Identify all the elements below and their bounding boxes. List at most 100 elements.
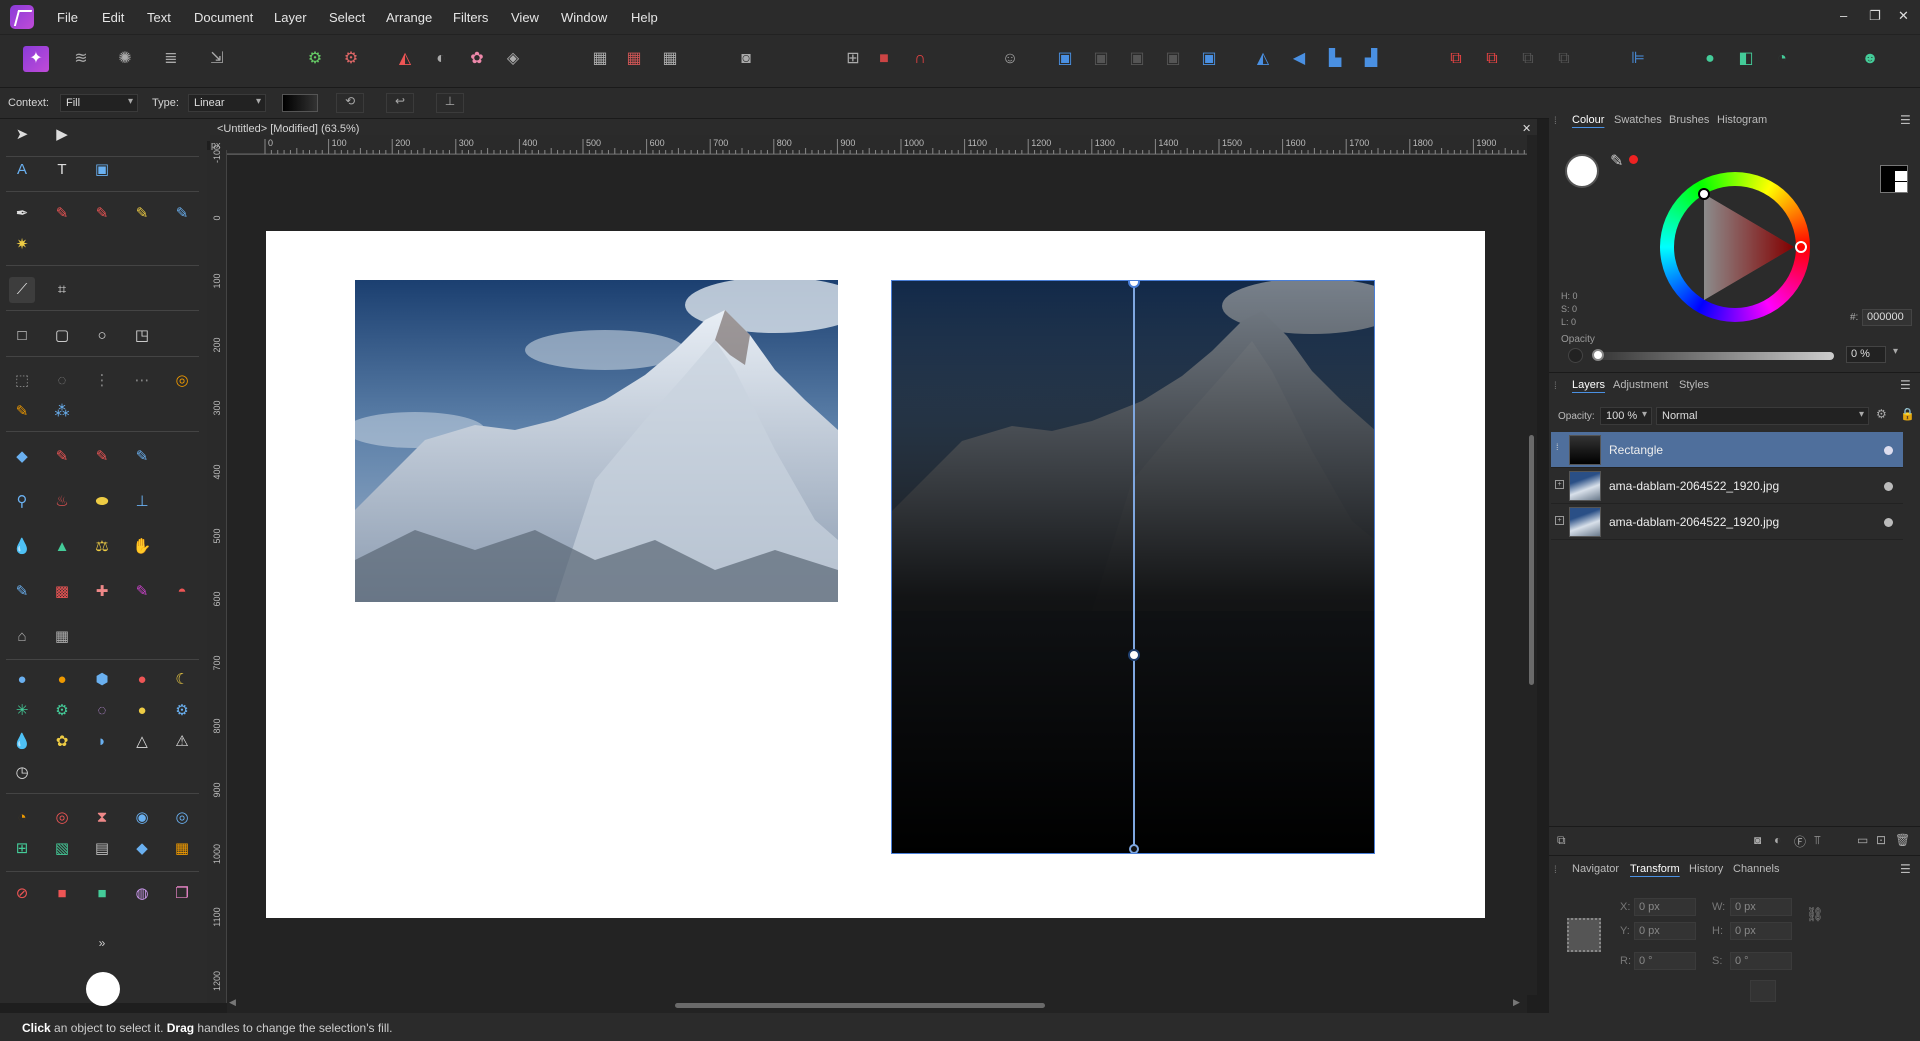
- deselect-icon[interactable]: ▦: [621, 46, 647, 72]
- layer-visibility-icon[interactable]: [1884, 482, 1893, 491]
- reverse-gradient-icon[interactable]: ⟲: [336, 93, 364, 113]
- selection-mode-icon[interactable]: ▦: [587, 46, 613, 72]
- add-pixel-layer-icon[interactable]: ⊡: [1876, 833, 1886, 847]
- arrange-forward-icon[interactable]: ▣: [1088, 46, 1114, 72]
- tab-transform[interactable]: Transform: [1630, 863, 1680, 875]
- fx-icon[interactable]: ⫪: [1814, 833, 1821, 848]
- close-document-icon[interactable]: ✕: [1522, 122, 1531, 135]
- boolean-add-icon[interactable]: ⧉: [1443, 46, 1469, 72]
- quick-mask-icon[interactable]: ◙: [733, 46, 759, 72]
- moon-icon[interactable]: ☾: [169, 667, 195, 693]
- tab-layers[interactable]: Layers: [1572, 379, 1605, 391]
- gradient-type-dropdown[interactable]: Linear: [188, 94, 266, 112]
- white-balance-icon[interactable]: ◈: [500, 46, 526, 72]
- sphere-icon[interactable]: ●: [9, 667, 35, 693]
- target-icon[interactable]: ◎: [49, 805, 75, 831]
- menu-file[interactable]: File: [57, 10, 78, 25]
- rings-icon[interactable]: ◎: [169, 805, 195, 831]
- lock-aspect-icon[interactable]: ⊥: [436, 93, 464, 113]
- liquify-persona-icon[interactable]: ≋: [68, 46, 94, 72]
- colour-panel-grip-icon[interactable]: ⁞: [1554, 116, 1557, 127]
- background-erase-tool-icon[interactable]: ✎: [89, 444, 115, 470]
- shape-tool-icon[interactable]: ◳: [129, 323, 155, 349]
- patch-tool-icon[interactable]: ▩: [49, 579, 75, 605]
- scroll-right-icon[interactable]: ▶: [1513, 997, 1520, 1008]
- median-brush-tool-icon[interactable]: ⚖: [89, 534, 115, 560]
- no-entry-icon[interactable]: ⊘: [9, 881, 35, 907]
- add-group-icon[interactable]: ▭: [1857, 833, 1868, 847]
- snapping-magnet-icon[interactable]: ∩: [907, 46, 933, 72]
- tab-colour[interactable]: Colour: [1572, 114, 1604, 126]
- hex-input[interactable]: 000000: [1862, 309, 1912, 326]
- layers-shape-icon[interactable]: ❐: [169, 881, 195, 907]
- zoom-tool-icon[interactable]: ⚲: [9, 489, 35, 515]
- document-title[interactable]: <Untitled> [Modified] (63.5%): [217, 123, 359, 135]
- mountain-photo[interactable]: [355, 280, 838, 602]
- menu-document[interactable]: Document: [194, 10, 253, 25]
- restore-button[interactable]: ❐: [1869, 8, 1881, 24]
- paint-brush-tool-icon[interactable]: ✎: [49, 201, 75, 227]
- colour-wheel-icon[interactable]: ✿: [464, 46, 490, 72]
- rectangular-marquee-tool-icon[interactable]: ⬚: [9, 368, 35, 394]
- rotation-input[interactable]: 0 °: [1634, 952, 1696, 970]
- red-eye-tool-icon[interactable]: ◓: [169, 579, 195, 605]
- sponge-tool-icon[interactable]: ⊥: [129, 489, 155, 515]
- vertical-scroll-thumb[interactable]: [1529, 435, 1534, 685]
- healing-brush-tool-icon[interactable]: ✚: [89, 579, 115, 605]
- move-tool-icon[interactable]: ➤: [9, 122, 35, 148]
- ribbon-icon[interactable]: ◆: [129, 836, 155, 862]
- layer-name[interactable]: Rectangle: [1609, 443, 1663, 457]
- pie-icon[interactable]: ◔: [1769, 46, 1795, 72]
- clone-brush-tool-icon[interactable]: ✎: [9, 579, 35, 605]
- chat-icon[interactable]: ●: [1697, 46, 1723, 72]
- user-account-icon[interactable]: ☻: [1857, 46, 1883, 72]
- rectangle-tool-icon[interactable]: □: [9, 323, 35, 349]
- smudge-tool-icon[interactable]: ✋: [129, 534, 155, 560]
- layer-add-icon[interactable]: ⧉: [1557, 833, 1566, 848]
- assistant-icon[interactable]: ☺: [997, 46, 1023, 72]
- boolean-xor-icon[interactable]: ⧉: [1551, 46, 1577, 72]
- boolean-intersect-icon[interactable]: ⧉: [1515, 46, 1541, 72]
- colour-mode-swatch[interactable]: [1880, 165, 1908, 193]
- gradient-end-handle[interactable]: [1129, 844, 1139, 853]
- sun-icon[interactable]: ●: [49, 667, 75, 693]
- frame-text-tool-icon[interactable]: T: [49, 157, 75, 183]
- align-icon[interactable]: ⊞: [840, 46, 866, 72]
- dodge-tool-icon[interactable]: ⬬: [89, 489, 115, 515]
- tone-mapping-persona-icon[interactable]: ≣: [158, 46, 184, 72]
- x-input[interactable]: 0 px: [1634, 898, 1696, 916]
- snapping-toggle-icon[interactable]: ■: [871, 46, 897, 72]
- clock-icon[interactable]: ◷: [9, 760, 35, 786]
- adjustment-icon[interactable]: ◐: [1774, 833, 1781, 847]
- h-input[interactable]: 0 px: [1730, 922, 1792, 940]
- gradient-swatch[interactable]: [282, 94, 318, 112]
- rounded-rectangle-tool-icon[interactable]: ▢: [49, 323, 75, 349]
- menu-edit[interactable]: Edit: [102, 10, 124, 25]
- flip-horizontal-icon[interactable]: ◭: [1250, 46, 1276, 72]
- menu-select[interactable]: Select: [329, 10, 365, 25]
- opacity-slider[interactable]: [1592, 349, 1834, 361]
- colour-picker-icon[interactable]: ✎: [1610, 151, 1623, 171]
- boolean-subtract-icon[interactable]: ⧉: [1479, 46, 1505, 72]
- warning-triangle-icon[interactable]: ⚠: [169, 729, 195, 755]
- scroll-left-icon[interactable]: ◀: [229, 997, 236, 1008]
- layer-row-image[interactable]: + ama-dablam-2064522_1920.jpg: [1551, 504, 1903, 540]
- flower-icon[interactable]: ✿: [49, 729, 75, 755]
- pixel-tool-icon[interactable]: ✎: [129, 201, 155, 227]
- pin-icon[interactable]: ●: [129, 667, 155, 693]
- mesh-warp-tool-icon[interactable]: ⌂: [9, 624, 35, 650]
- layer-opacity-dropdown[interactable]: 100 %: [1600, 407, 1652, 425]
- menu-text[interactable]: Text: [147, 10, 171, 25]
- layer-name[interactable]: ama-dablam-2064522_1920.jpg: [1609, 515, 1779, 529]
- photo-persona-icon[interactable]: ✦: [23, 46, 49, 72]
- y-input[interactable]: 0 px: [1634, 922, 1696, 940]
- tab-channels[interactable]: Channels: [1733, 863, 1779, 875]
- menu-filters[interactable]: Filters: [453, 10, 488, 25]
- burn-tool-icon[interactable]: ♨: [49, 489, 75, 515]
- place-image-tool-icon[interactable]: ▣: [89, 157, 115, 183]
- horizontal-scrollbar[interactable]: ◀ ▶: [227, 995, 1527, 1013]
- gradient-tool-icon[interactable]: ⟋: [9, 277, 35, 303]
- invert-selection-icon[interactable]: ▦: [657, 46, 683, 72]
- artistic-text-tool-icon[interactable]: A: [9, 157, 35, 183]
- menu-help[interactable]: Help: [631, 10, 658, 25]
